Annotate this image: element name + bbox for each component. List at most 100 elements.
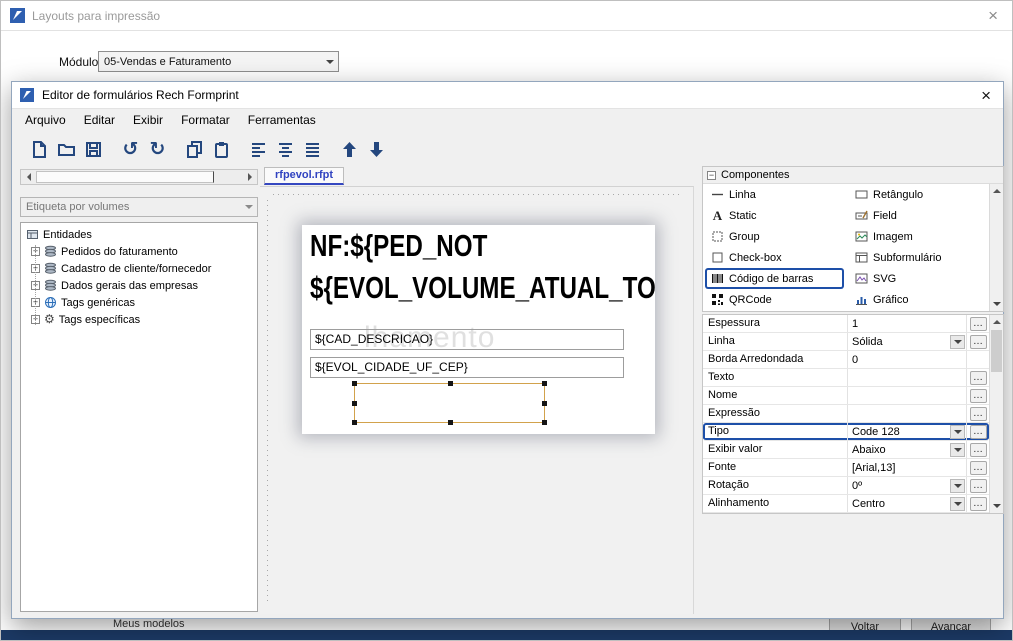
copy-button[interactable] [181, 136, 208, 162]
more-button[interactable]: … [970, 335, 987, 349]
component-retangulo[interactable]: Retângulo [847, 184, 989, 205]
property-value[interactable]: 0º [852, 480, 862, 492]
window-close-button[interactable]: × [988, 1, 998, 31]
resize-handle[interactable] [352, 381, 357, 386]
property-row-fonte[interactable]: Fonte [Arial,13] … [703, 459, 989, 477]
move-down-button[interactable] [363, 136, 390, 162]
resize-handle[interactable] [352, 401, 357, 406]
design-field-descricao[interactable]: ${CAD_DESCRICAO} [310, 329, 624, 350]
component-imagem[interactable]: Imagem [847, 226, 989, 247]
scroll-right-icon[interactable] [242, 170, 257, 184]
resize-handle[interactable] [542, 420, 547, 425]
property-row-expressao[interactable]: Expressão … [703, 405, 989, 423]
meus-modelos-button[interactable]: Meus modelos [113, 618, 185, 630]
tree-item-tags-genericas[interactable]: + Tags genéricas [21, 294, 257, 311]
component-qrcode[interactable]: QRCode [703, 289, 847, 310]
menu-formatar[interactable]: Formatar [172, 109, 239, 131]
tree-horizontal-scrollbar[interactable] [20, 169, 258, 185]
component-static[interactable]: A Static [703, 205, 847, 226]
move-up-button[interactable] [336, 136, 363, 162]
property-value[interactable]: [Arial,13] [852, 462, 895, 474]
editor-close-button[interactable]: × [981, 82, 991, 109]
component-subformulario[interactable]: Subformulário [847, 247, 989, 268]
tab-rfpevol[interactable]: rfpevol.rfpt [264, 167, 344, 185]
template-select[interactable]: Etiqueta por volumes [20, 197, 258, 217]
resize-handle[interactable] [352, 420, 357, 425]
property-value[interactable]: Sólida [852, 336, 883, 348]
selected-barcode-element[interactable] [354, 383, 545, 423]
scrollbar-thumb[interactable] [36, 171, 214, 183]
tree-item-pedidos[interactable]: + Pedidos do faturamento [21, 243, 257, 260]
redo-button[interactable]: ↻ [144, 136, 171, 162]
property-row-exibir-valor[interactable]: Exibir valor Abaixo … [703, 441, 989, 459]
paste-button[interactable] [208, 136, 235, 162]
property-row-tipo[interactable]: Tipo Code 128 … [703, 423, 989, 441]
open-button[interactable] [53, 136, 80, 162]
design-field-cidade[interactable]: ${EVOL_CIDADE_UF_CEP} [310, 357, 624, 378]
component-field[interactable]: Field [847, 205, 989, 226]
design-text-volume[interactable]: ${EVOL_VOLUME_ATUAL_TOTA [310, 270, 655, 306]
property-row-alinhamento[interactable]: Alinhamento Centro … [703, 495, 989, 513]
properties-scrollbar[interactable] [989, 315, 1003, 513]
property-row-texto[interactable]: Texto … [703, 369, 989, 387]
tree-item-tags-especificas[interactable]: + ⚙ Tags específicas [21, 311, 257, 328]
components-header[interactable]: − Componentes [703, 167, 1003, 184]
scrollbar-thumb[interactable] [991, 330, 1002, 372]
scroll-up-icon[interactable] [990, 315, 1003, 329]
more-button[interactable]: … [970, 479, 987, 493]
property-row-nome[interactable]: Nome … [703, 387, 989, 405]
modulo-select[interactable]: 05-Vendas e Faturamento [98, 51, 339, 72]
chevron-down-icon[interactable] [950, 425, 965, 439]
property-value[interactable]: 0 [852, 354, 858, 366]
scroll-down-icon[interactable] [990, 499, 1003, 513]
design-text-nf[interactable]: NF:${PED_NOT [310, 228, 487, 264]
scroll-up-icon[interactable] [990, 184, 1003, 198]
menu-arquivo[interactable]: Arquivo [16, 109, 75, 131]
more-button[interactable]: … [970, 443, 987, 457]
save-button[interactable] [80, 136, 107, 162]
component-svg[interactable]: SVG [847, 268, 989, 289]
align-left-button[interactable] [245, 136, 272, 162]
resize-handle[interactable] [448, 381, 453, 386]
new-file-button[interactable] [26, 136, 53, 162]
collapse-icon[interactable]: − [707, 171, 716, 180]
align-center-button[interactable] [272, 136, 299, 162]
property-value[interactable]: Centro [852, 498, 885, 510]
property-value[interactable]: Abaixo [852, 444, 886, 456]
more-button[interactable]: … [970, 389, 987, 403]
design-canvas[interactable]: lhamento NF:${PED_NOT ${EVOL_VOLUME_ATUA… [260, 186, 694, 614]
more-button[interactable]: … [970, 497, 987, 511]
component-group[interactable]: Group [703, 226, 847, 247]
menu-editar[interactable]: Editar [75, 109, 124, 131]
property-row-rotacao[interactable]: Rotação 0º … [703, 477, 989, 495]
menu-exibir[interactable]: Exibir [124, 109, 172, 131]
component-linha[interactable]: Linha [703, 184, 847, 205]
tree-item-cadastro[interactable]: + Cadastro de cliente/fornecedor [21, 260, 257, 277]
chevron-down-icon[interactable] [950, 443, 965, 457]
property-row-borda-arredondada[interactable]: Borda Arredondada 0 [703, 351, 989, 369]
menu-ferramentas[interactable]: Ferramentas [239, 109, 325, 131]
scroll-down-icon[interactable] [990, 297, 1003, 311]
property-row-linha[interactable]: Linha Sólida … [703, 333, 989, 351]
component-grafico[interactable]: Gráfico [847, 289, 989, 310]
tree-root-entidades[interactable]: Entidades [21, 226, 257, 243]
label-design-area[interactable]: lhamento NF:${PED_NOT ${EVOL_VOLUME_ATUA… [302, 225, 655, 434]
chevron-down-icon[interactable] [950, 479, 965, 493]
chevron-down-icon[interactable] [950, 497, 965, 511]
more-button[interactable]: … [970, 371, 987, 385]
resize-handle[interactable] [542, 381, 547, 386]
resize-handle[interactable] [542, 401, 547, 406]
scroll-left-icon[interactable] [21, 170, 36, 184]
align-justify-button[interactable] [299, 136, 326, 162]
components-scrollbar[interactable] [989, 184, 1003, 311]
component-codigo-de-barras[interactable]: Código de barras [705, 268, 844, 289]
property-value[interactable]: Code 128 [852, 426, 900, 438]
more-button[interactable]: … [970, 407, 987, 421]
resize-handle[interactable] [448, 420, 453, 425]
more-button[interactable]: … [970, 461, 987, 475]
component-checkbox[interactable]: Check-box [703, 247, 847, 268]
more-button[interactable]: … [970, 425, 987, 439]
undo-button[interactable]: ↺ [117, 136, 144, 162]
chevron-down-icon[interactable] [950, 335, 965, 349]
property-value[interactable]: 1 [852, 318, 858, 330]
